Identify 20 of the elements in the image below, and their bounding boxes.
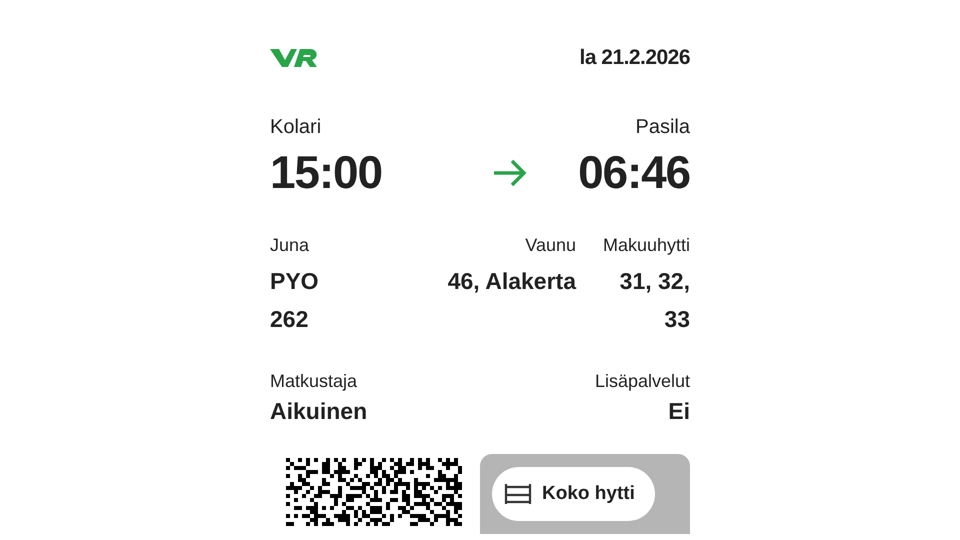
cabin-label: Koko hytti — [542, 482, 636, 506]
detail-value: Aikuinen — [270, 397, 368, 426]
detail-label: Vaunu — [524, 234, 576, 257]
detail-label: Makuuhytti — [602, 234, 690, 257]
travel-date: la 21.2.2026 — [580, 45, 690, 72]
departure-time: 15:00 — [270, 145, 382, 200]
detail-label: Matkustaja — [270, 370, 358, 393]
origin-station: Kolari — [270, 115, 322, 140]
bed-icon — [504, 483, 532, 505]
detail-value: 31, 32, 33 — [618, 267, 690, 334]
detail-value: 46, Alakerta — [446, 267, 576, 296]
detail-label: Lisäpalvelut — [594, 370, 690, 393]
destination-station: Pasila — [636, 115, 690, 140]
arrival-time: 06:46 — [578, 145, 690, 200]
detail-value: Ei — [668, 397, 690, 426]
logo-icon — [270, 46, 320, 70]
arrow-right-icon — [492, 158, 528, 188]
detail-label: Juna — [270, 234, 310, 257]
barcode-icon — [286, 458, 462, 526]
detail-value: PYO 262 — [270, 267, 320, 334]
